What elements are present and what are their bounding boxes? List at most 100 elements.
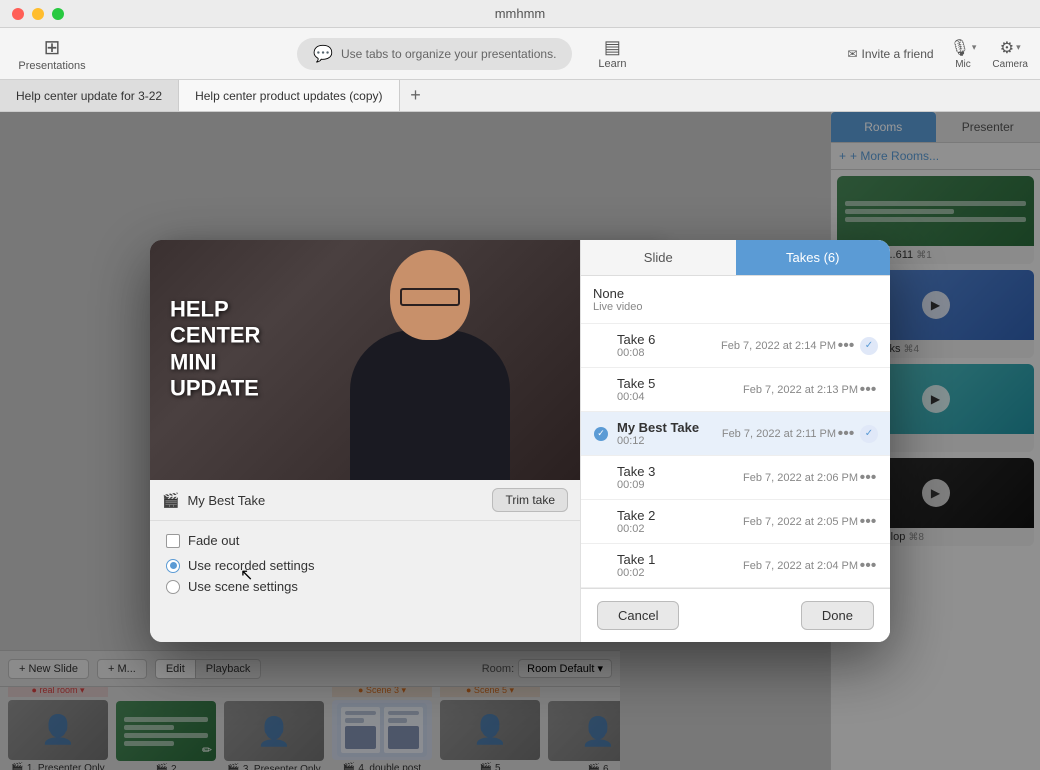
center-message-text: Use tabs to organize your presentations. [341, 47, 556, 61]
learn-icon: ▤ [604, 37, 621, 58]
take-date-1: Feb 7, 2022 at 2:13 PM [743, 384, 858, 396]
use-scene-radio[interactable] [166, 580, 180, 594]
dialog-right-tabs: Slide Takes (6) [581, 240, 890, 276]
takes-list: None Live video Take 6 00:08 Feb 7, 2022… [581, 276, 890, 588]
take-info-4: Take 2 00:02 [617, 508, 743, 535]
presentations-icon: ⊞ [44, 35, 61, 60]
take-duration-1: 00:04 [617, 391, 743, 403]
film-tag-icon: 🎬 [162, 492, 179, 509]
take-verified-0: ✓ [860, 337, 878, 355]
take-item-3[interactable]: Take 3 00:09 Feb 7, 2022 at 2:06 PM ••• [581, 456, 890, 500]
presentations-nav[interactable]: ⊞ Presentations [12, 35, 92, 72]
take-name-0: Take 6 [617, 332, 721, 347]
take-more-5[interactable]: ••• [858, 557, 878, 575]
take-check-2: ✓ [593, 426, 609, 442]
toolbar: ⊞ Presentations 💬 Use tabs to organize y… [0, 28, 1040, 80]
take-item-5[interactable]: Take 1 00:02 Feb 7, 2022 at 2:04 PM ••• [581, 544, 890, 588]
video-meta: 🎬 My Best Take Trim take [150, 480, 580, 521]
take-info-2: My Best Take 00:12 [617, 420, 722, 447]
take-selected-icon: ✓ [594, 427, 608, 441]
use-recorded-radio[interactable] [166, 559, 180, 573]
take-check-4 [593, 514, 609, 530]
cancel-button[interactable]: Cancel [597, 601, 679, 630]
take-date-0: Feb 7, 2022 at 2:14 PM [721, 340, 836, 352]
take-check-5 [593, 558, 609, 574]
use-scene-label: Use scene settings [188, 579, 298, 594]
learn-nav[interactable]: ▤ Learn [582, 37, 642, 70]
invite-button[interactable]: ✉ Invite a friend [847, 47, 933, 61]
take-item-0[interactable]: Take 6 00:08 Feb 7, 2022 at 2:14 PM ••• … [581, 324, 890, 368]
take-name-1: Take 5 [617, 376, 743, 391]
organize-message: 💬 Use tabs to organize your presentation… [297, 38, 572, 70]
take-item-4[interactable]: Take 2 00:02 Feb 7, 2022 at 2:05 PM ••• [581, 500, 890, 544]
camera-chevron-icon: ▾ [1016, 42, 1021, 53]
take-verified-2: ✓ [860, 425, 878, 443]
takes-tab[interactable]: Takes (6) [736, 240, 891, 275]
video-overlay-text: HELPCENTERMINIUPDATE [170, 297, 260, 403]
use-recorded-row[interactable]: Use recorded settings [166, 558, 564, 573]
radio-group: Use recorded settings Use scene settings [166, 558, 564, 594]
take-check-0 [593, 338, 609, 354]
slide-tab[interactable]: Slide [581, 240, 736, 275]
take-date-5: Feb 7, 2022 at 2:04 PM [743, 560, 858, 572]
dialog-body: HELPCENTERMINIUPDATE 🎬 My Best Take [150, 240, 890, 642]
dialog-left: HELPCENTERMINIUPDATE 🎬 My Best Take [150, 240, 580, 642]
dialog-right: Slide Takes (6) None Live video [580, 240, 890, 642]
person-figure [310, 240, 550, 480]
use-scene-row[interactable]: Use scene settings [166, 579, 564, 594]
take-info-3: Take 3 00:09 [617, 464, 743, 491]
titlebar: mmhmm [0, 0, 1040, 28]
dialog-options: Fade out Use recorded settings Use scene… [150, 521, 580, 606]
close-button[interactable] [12, 8, 24, 20]
take-item-2[interactable]: ✓ My Best Take 00:12 Feb 7, 2022 at 2:11… [581, 412, 890, 456]
modal-backdrop: HELPCENTERMINIUPDATE 🎬 My Best Take [0, 112, 1040, 770]
tab-1[interactable]: Help center product updates (copy) [179, 80, 399, 111]
mic-chevron-icon: ▾ [972, 42, 977, 53]
done-button[interactable]: Done [801, 601, 874, 630]
take-more-0[interactable]: ••• [836, 337, 856, 355]
video-title: My Best Take [187, 493, 484, 508]
presentations-label: Presentations [18, 60, 85, 72]
window-controls[interactable] [12, 8, 64, 20]
maximize-button[interactable] [52, 8, 64, 20]
tab-1-label: Help center product updates (copy) [195, 89, 382, 103]
take-more-2[interactable]: ••• [836, 425, 856, 443]
toolbar-center: 💬 Use tabs to organize your presentation… [92, 37, 847, 70]
add-tab-button[interactable]: + [400, 80, 432, 111]
slide-tab-label: Slide [644, 250, 673, 265]
dialog-video: HELPCENTERMINIUPDATE [150, 240, 580, 480]
minimize-button[interactable] [32, 8, 44, 20]
take-more-3[interactable]: ••• [858, 469, 878, 487]
fade-out-checkbox[interactable] [166, 534, 180, 548]
takes-tab-label: Takes (6) [786, 250, 839, 265]
take-check-3 [593, 470, 609, 486]
invite-label: Invite a friend [862, 47, 934, 61]
take-item-1[interactable]: Take 5 00:04 Feb 7, 2022 at 2:13 PM ••• [581, 368, 890, 412]
camera-control[interactable]: ⚙ ▾ Camera [992, 38, 1028, 70]
take-more-4[interactable]: ••• [858, 513, 878, 531]
done-label: Done [822, 608, 853, 623]
dialog: HELPCENTERMINIUPDATE 🎬 My Best Take [150, 240, 890, 642]
take-more-1[interactable]: ••• [858, 381, 878, 399]
take-date-3: Feb 7, 2022 at 2:06 PM [743, 472, 858, 484]
take-date-2: Feb 7, 2022 at 2:11 PM [722, 428, 836, 440]
take-info-1: Take 5 00:04 [617, 376, 743, 403]
take-info-0: Take 6 00:08 [617, 332, 721, 359]
take-date-4: Feb 7, 2022 at 2:05 PM [743, 516, 858, 528]
person-head [390, 250, 470, 340]
use-recorded-label: Use recorded settings [188, 558, 314, 573]
take-duration-3: 00:09 [617, 479, 743, 491]
person-body [350, 330, 510, 480]
person-glasses [400, 288, 460, 306]
mic-control[interactable]: 🎙 ▾ Mic [950, 38, 977, 70]
tab-0[interactable]: Help center update for 3-22 [0, 80, 179, 111]
none-subtitle: Live video [593, 301, 878, 313]
take-name-4: Take 2 [617, 508, 743, 523]
trim-take-button[interactable]: Trim take [492, 488, 568, 512]
fade-out-label: Fade out [188, 533, 239, 548]
take-duration-2: 00:12 [617, 435, 722, 447]
fade-out-row: Fade out [166, 533, 564, 548]
tabs-bar: Help center update for 3-22 Help center … [0, 80, 1040, 112]
cancel-label: Cancel [618, 608, 658, 623]
none-item[interactable]: None Live video [581, 276, 890, 324]
